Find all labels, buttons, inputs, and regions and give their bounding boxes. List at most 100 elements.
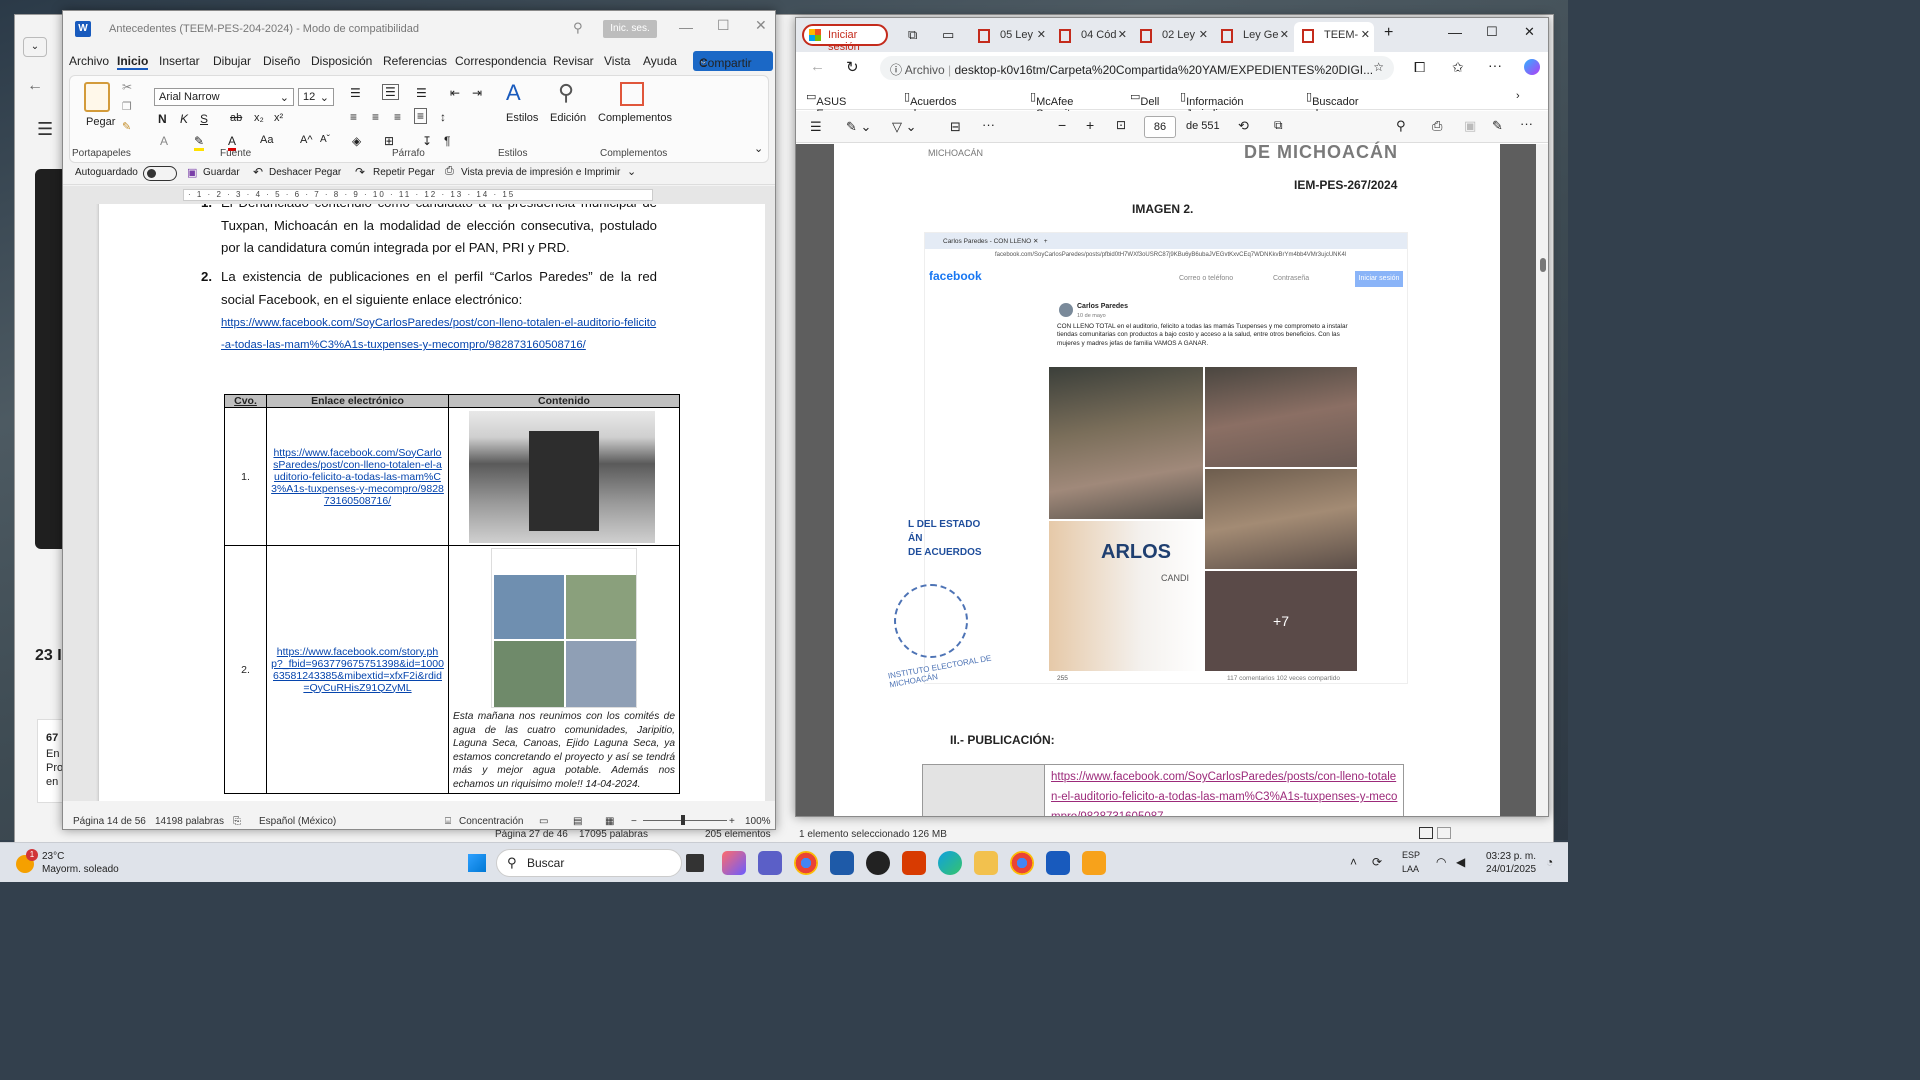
page-number-input[interactable]: 86 [1144, 116, 1176, 138]
back-arrow-icon[interactable]: ← [27, 77, 43, 95]
share-button[interactable]: ⇪ Compartir ⌄ [693, 51, 773, 71]
print-preview-button[interactable]: Vista previa de impresión e Imprimir [461, 167, 620, 178]
teams-icon[interactable] [758, 851, 782, 875]
focus-icon[interactable]: ⌸ [445, 816, 451, 827]
focus-mode[interactable]: Concentración [459, 816, 523, 827]
tab-dibujar[interactable]: Dibujar [213, 54, 251, 68]
settings-more-icon[interactable]: ··· [1520, 116, 1533, 131]
tab-vista[interactable]: Vista [604, 54, 630, 68]
increase-indent-icon[interactable]: ⇥ [472, 86, 482, 100]
change-case-icon[interactable]: Aa [260, 134, 273, 146]
format-painter-icon[interactable]: ✎ [122, 120, 131, 133]
shading-icon[interactable]: ◈ [352, 134, 361, 148]
multilevel-icon[interactable]: ☰ [416, 86, 427, 100]
tab-close-icon[interactable]: ✕ [1280, 28, 1289, 41]
highlight-icon[interactable]: ✎ ⌄ [846, 119, 871, 135]
strikethrough-icon[interactable]: ab [230, 112, 242, 124]
draw-icon[interactable]: ▽ ⌄ [892, 119, 917, 135]
read-aloud-icon[interactable]: ⊟ [950, 119, 961, 135]
tab-inicio[interactable]: Inicio [117, 54, 149, 70]
sync-icon[interactable]: ⟳ [1372, 855, 1382, 869]
collapse-ribbon-icon[interactable]: ⌄ [754, 142, 763, 155]
undo-icon[interactable]: ↶ [253, 165, 263, 179]
close-icon[interactable]: ✕ [755, 17, 767, 34]
browser-tab[interactable]: 05 Ley ✕ [970, 22, 1050, 48]
autosave-toggle[interactable] [143, 166, 177, 181]
edge-icon[interactable] [938, 851, 962, 875]
align-center-icon[interactable]: ≡ [372, 110, 379, 124]
save-icon[interactable]: ▣ [187, 166, 197, 179]
tab-insertar[interactable]: Insertar [159, 54, 200, 68]
print-icon[interactable]: ⎙ [1432, 118, 1442, 134]
media-player-icon[interactable] [1082, 851, 1106, 875]
search-icon[interactable]: ⚲ [1396, 118, 1406, 134]
maximize-icon[interactable]: ☐ [1486, 24, 1498, 40]
font-size-select[interactable]: 12 ⌄ [298, 88, 334, 106]
favorites-more-icon[interactable]: › [1516, 90, 1520, 102]
zoom-in-icon[interactable]: + [1086, 117, 1094, 133]
tab-correspondencia[interactable]: Correspondencia [455, 54, 546, 68]
proofing-icon[interactable]: ⎘ [233, 816, 241, 827]
save-as-icon[interactable]: ✎ [1492, 118, 1503, 134]
tab-close-icon[interactable]: ✕ [1037, 28, 1046, 41]
favorite-asus[interactable]: ▭ ASUS E-Service [806, 90, 853, 132]
paste-label[interactable]: Pegar [86, 116, 115, 128]
tab-diseno[interactable]: Diseño [263, 54, 300, 68]
taskbar-search[interactable]: ⚲ Buscar [496, 849, 682, 877]
subscript-icon[interactable]: x₂ [254, 112, 264, 124]
line-spacing-icon[interactable]: ↕ [440, 110, 446, 124]
zoom-out-icon[interactable]: − [631, 816, 637, 827]
highlight-icon[interactable]: ✎ [194, 134, 205, 151]
address-bar[interactable]: ⓘ Archivo | desktop-k0v16tm/Carpeta%20Co… [880, 56, 1394, 80]
browser-tab[interactable]: 04 Cód ✕ [1051, 22, 1131, 48]
tray-chevron-icon[interactable]: ˄ [1350, 855, 1357, 869]
align-left-icon[interactable]: ≡ [350, 110, 357, 124]
grow-font-icon[interactable]: A^ [300, 134, 313, 146]
tiles-view-icon[interactable] [1437, 827, 1451, 839]
details-view-icon[interactable] [1419, 827, 1433, 839]
italic-icon[interactable]: K [180, 112, 188, 126]
wifi-icon[interactable]: ◠ [1436, 855, 1446, 869]
weather-temp[interactable]: 23°C [42, 851, 64, 862]
font-name-select[interactable]: Arial Narrow ⌄ [154, 88, 294, 106]
zoom-slider[interactable] [643, 820, 727, 821]
word-scrollbar[interactable] [765, 204, 775, 801]
file-explorer-icon[interactable] [974, 851, 998, 875]
volume-icon[interactable]: ◀ [1456, 855, 1465, 869]
browser-tab-active[interactable]: TEEM- ✕ [1294, 22, 1374, 52]
pilcrow-icon[interactable]: ¶ [444, 134, 450, 148]
row2-link[interactable]: https://www.facebook.com/story.php?_fbid… [271, 646, 444, 694]
zoom-level[interactable]: 100% [745, 816, 771, 827]
text-effects-icon[interactable]: A [160, 134, 168, 148]
word-icon[interactable] [1046, 851, 1070, 875]
print-preview-icon[interactable]: ⎙ [445, 165, 454, 178]
decrease-indent-icon[interactable]: ⇤ [450, 86, 460, 100]
language-status[interactable]: Español (México) [259, 816, 336, 827]
horizontal-ruler[interactable]: · 1 · 2 · 3 · 4 · 5 · 6 · 7 · 8 · 9 · 10… [63, 186, 775, 204]
browser-tab[interactable]: 02 Ley ✕ [1132, 22, 1212, 48]
cut-icon[interactable]: ✂ [122, 80, 132, 94]
web-layout-icon[interactable]: ▦ [605, 816, 614, 827]
favorite-acuerdos[interactable]: ▯ Acuerdos de Consej... [904, 90, 957, 132]
save-button[interactable]: Guardar [203, 167, 240, 178]
dropdown-icon[interactable]: ⌄ [23, 37, 47, 57]
styles-button[interactable]: Estilos [506, 112, 538, 124]
back-arrow-icon[interactable]: ← [810, 58, 825, 75]
align-right-icon[interactable]: ≡ [394, 110, 401, 124]
task-view-icon[interactable] [686, 854, 704, 872]
tab-close-icon[interactable]: ✕ [1361, 28, 1370, 41]
copilot-icon[interactable] [1524, 59, 1540, 75]
chrome-icon[interactable] [794, 851, 818, 875]
customize-qat-icon[interactable]: ⌄ [627, 165, 636, 178]
store-icon[interactable] [830, 851, 854, 875]
copy-icon[interactable]: ❐ [122, 100, 132, 113]
maximize-icon[interactable]: ☐ [717, 17, 730, 34]
borders-icon[interactable]: ⊞ [384, 134, 394, 148]
notification-bell-icon[interactable]: ◔ [1546, 855, 1553, 869]
pdf-publication-link[interactable]: https://www.facebook.com/SoyCarlosParede… [1051, 767, 1401, 816]
word-count[interactable]: 14198 palabras [155, 816, 224, 827]
superscript-icon[interactable]: x² [274, 112, 283, 124]
workspaces-icon[interactable]: ⧉ [908, 27, 917, 43]
edge-signin-button[interactable]: Iniciar sesión [802, 24, 888, 53]
tab-disposicion[interactable]: Disposición [311, 54, 372, 68]
